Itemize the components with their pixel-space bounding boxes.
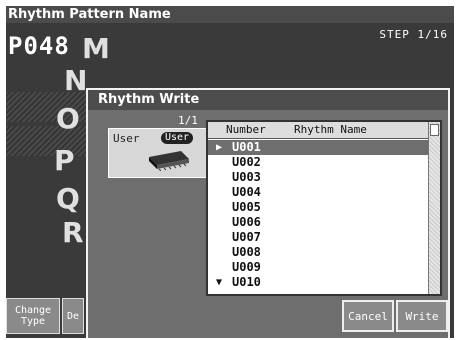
char-wheel-letter: O (56, 102, 80, 135)
item-number: U009 (232, 260, 261, 274)
list-item[interactable]: U005 (208, 200, 428, 215)
user-badge: User (161, 132, 194, 144)
list-item[interactable]: U009 (208, 260, 428, 275)
list-scrollbar[interactable] (428, 122, 440, 294)
char-wheel-letter: P (54, 144, 75, 177)
lcd-display: Rhythm Pattern Name P048 STEP 1/16 M N O… (6, 6, 454, 338)
softkey-2[interactable]: De (62, 298, 84, 334)
item-number: U010 (232, 275, 261, 289)
write-button[interactable]: Write (396, 300, 448, 332)
item-number: U008 (232, 245, 261, 259)
column-number: Number (226, 123, 266, 136)
destination-card[interactable]: User User (108, 128, 212, 178)
list-header: Number Rhythm Name (208, 122, 428, 139)
list-item[interactable]: U006 (208, 215, 428, 230)
list-item[interactable]: U003 (208, 170, 428, 185)
rhythm-list[interactable]: Number Rhythm Name ▶ U001 U002 U003 U004 … (206, 120, 442, 296)
destination-label: User (113, 132, 140, 145)
list-item[interactable]: ▼ U010 (208, 275, 428, 290)
item-number: U007 (232, 230, 261, 244)
window-title: Rhythm Pattern Name (6, 6, 454, 23)
screen: Rhythm Pattern Name P048 STEP 1/16 M N O… (0, 0, 456, 340)
dialog-title: Rhythm Write (88, 90, 448, 110)
char-wheel-letter: M (82, 32, 110, 65)
column-rhythm-name: Rhythm Name (294, 123, 367, 136)
item-number: U004 (232, 185, 261, 199)
item-number: U001 (232, 140, 261, 154)
selection-arrow-icon: ▶ (216, 142, 223, 153)
item-number: U002 (232, 155, 261, 169)
char-wheel-letter: Q (56, 182, 80, 215)
char-wheel-letter: N (64, 64, 88, 97)
rhythm-write-dialog: Rhythm Write 1/1 User User Number Rhythm… (86, 88, 450, 338)
list-item[interactable]: U008 (208, 245, 428, 260)
pattern-number: P048 (8, 32, 70, 60)
list-item[interactable]: ▶ U001 (208, 140, 428, 155)
item-number: U003 (232, 170, 261, 184)
list-rows: ▶ U001 U002 U003 U004 U005 U006 U007 U008… (208, 140, 428, 290)
step-indicator: STEP 1/16 (379, 28, 448, 41)
item-number: U005 (232, 200, 261, 214)
scroll-down-arrow-icon: ▼ (216, 277, 223, 288)
char-wheel-letter: R (62, 216, 84, 249)
list-item[interactable]: U002 (208, 155, 428, 170)
item-number: U006 (232, 215, 261, 229)
change-type-button[interactable]: Change Type (6, 298, 60, 334)
page-indicator: 1/1 (178, 114, 198, 127)
memory-chip-icon (149, 151, 189, 171)
list-item[interactable]: U004 (208, 185, 428, 200)
list-item[interactable]: U007 (208, 230, 428, 245)
cancel-button[interactable]: Cancel (342, 300, 394, 332)
scrollbar-thumb[interactable] (430, 124, 439, 136)
